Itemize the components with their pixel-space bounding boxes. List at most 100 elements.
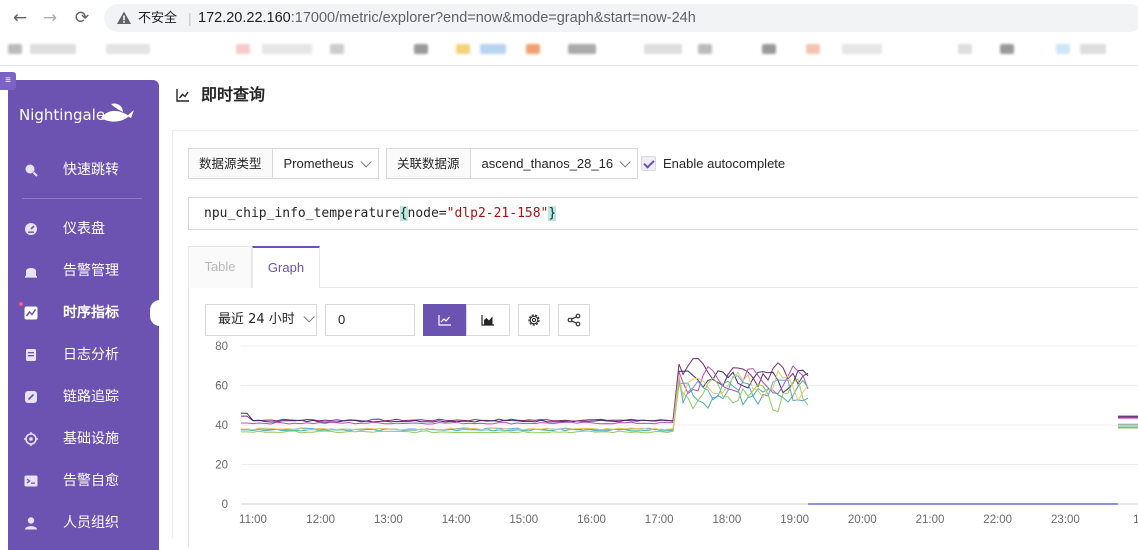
bookmark-favicon[interactable] <box>414 44 428 54</box>
y-tick-label: 60 <box>215 381 228 393</box>
browser-toolbar: ← → ⟳ 不安全 | 172.20.22.160:17000/metric/e… <box>0 0 1138 36</box>
datasource-select[interactable]: 关联数据源 ascend_thanos_28_16 <box>386 148 639 179</box>
x-tick-label: 13:00 <box>374 514 403 526</box>
logo-text: Nightingale <box>19 106 106 124</box>
series-line[interactable] <box>241 357 1138 422</box>
sidebar-toggle-icon[interactable]: ≡ <box>0 72 16 90</box>
tab-divider <box>188 287 1138 288</box>
bookmark-favicon[interactable] <box>480 44 506 54</box>
sidebar-item-metrics[interactable]: 时序指标 <box>8 295 159 331</box>
bookmark-favicon[interactable] <box>456 44 470 54</box>
bookmark-item[interactable] <box>644 44 682 54</box>
datasource-text: ascend_thanos_28_16 <box>481 156 614 171</box>
bookmark-item[interactable] <box>106 44 150 54</box>
sidebar-item-label: 告警自愈 <box>63 473 119 489</box>
bookmark-item[interactable] <box>842 44 882 54</box>
share-button[interactable] <box>558 304 590 336</box>
datasource-type-select[interactable]: 数据源类型 Prometheus <box>188 148 379 179</box>
y-tick-label: 20 <box>215 460 228 472</box>
y-tick-label: 80 <box>215 341 228 353</box>
promql-query-input[interactable]: npu_chip_info_temperature{node="dlp2-21-… <box>188 197 1138 230</box>
x-tick-label: 21:00 <box>916 514 945 526</box>
line-chart-icon <box>438 315 451 326</box>
tab-table[interactable]: Table <box>188 246 252 288</box>
sidebar-item-quick-jump[interactable]: 快速跳转 <box>8 152 159 188</box>
area-chart-icon <box>481 315 494 326</box>
link-icon <box>25 391 37 403</box>
y-tick-label: 0 <box>222 499 228 511</box>
back-icon[interactable]: ← <box>10 8 30 28</box>
tab-graph[interactable]: Graph <box>252 246 320 288</box>
line-chart-icon <box>176 89 189 102</box>
terminal-icon <box>24 475 38 487</box>
chevron-down-icon <box>619 156 631 168</box>
document-icon <box>26 349 36 361</box>
forward-icon[interactable]: → <box>40 8 60 28</box>
series-line[interactable] <box>241 379 1138 432</box>
bookmark-item[interactable] <box>262 44 312 54</box>
sidebar-item-organization[interactable]: 人员组织 <box>8 505 159 541</box>
dashboard-icon <box>25 223 37 235</box>
alarm-bell-icon <box>25 268 37 278</box>
reload-icon[interactable]: ⟳ <box>72 8 92 28</box>
sidebar-item-dashboard[interactable]: 仪表盘 <box>8 211 159 247</box>
series-line[interactable] <box>241 369 1138 423</box>
sidebar-item-label: 基础设施 <box>63 431 119 447</box>
warning-icon[interactable] <box>116 10 132 26</box>
bookmark-favicon[interactable] <box>1000 44 1014 54</box>
bookmark-favicon[interactable] <box>698 44 712 54</box>
time-range-picker[interactable]: 最近 24 小时 <box>205 304 317 336</box>
gear-icon <box>528 314 540 326</box>
url-separator: | <box>188 10 192 26</box>
sidebar-item-logs[interactable]: 日志分析 <box>8 337 159 373</box>
datasource-value[interactable]: ascend_thanos_28_16 <box>471 149 638 178</box>
logo[interactable]: Nightingale <box>19 100 159 136</box>
search-icon <box>25 164 38 177</box>
target-icon <box>24 432 38 446</box>
nightingale-bird-icon <box>101 103 134 122</box>
bookmark-favicon[interactable] <box>762 44 776 54</box>
sidebar-item-alerts[interactable]: 告警管理 <box>8 253 159 289</box>
query-text[interactable]: npu_chip_info_temperature{node="dlp2-21-… <box>204 206 557 221</box>
datasource-type-value[interactable]: Prometheus <box>273 149 378 178</box>
sidebar-item-infrastructure[interactable]: 基础设施 <box>8 421 159 457</box>
line-chart-icon <box>24 306 38 320</box>
bookmark-favicon[interactable] <box>958 44 972 54</box>
autocomplete-label[interactable]: Enable autocomplete <box>663 155 785 172</box>
datasource-type-text: Prometheus <box>283 156 354 171</box>
bookmark-favicon[interactable] <box>806 44 820 54</box>
bookmark-favicon[interactable] <box>8 44 22 54</box>
area-chart-button[interactable] <box>466 304 510 336</box>
bookmarks-bar <box>0 38 1138 66</box>
bookmark-favicon[interactable] <box>526 44 540 54</box>
datasource-label: 关联数据源 <box>387 149 471 178</box>
timeseries-chart[interactable]: 0 20 40 60 80 11:00 12:00 13:00 14:00 15:00 16:00 1… <box>196 338 1138 538</box>
x-tick-label: 22:00 <box>983 514 1012 526</box>
step-input[interactable]: 0 <box>325 304 415 336</box>
series-line[interactable] <box>241 365 1138 425</box>
sidebar-item-self-healing[interactable]: 告警自愈 <box>8 463 159 499</box>
settings-button[interactable] <box>518 304 550 336</box>
x-tick-label: 17:00 <box>645 514 674 526</box>
bookmark-item[interactable] <box>568 44 596 54</box>
x-tick-label: 15:00 <box>509 514 538 526</box>
bookmark-favicon[interactable] <box>236 44 250 54</box>
bookmark-favicon[interactable] <box>1056 44 1070 54</box>
query-brace-open: { <box>399 206 408 221</box>
sidebar-item-label: 日志分析 <box>63 347 119 363</box>
x-tick-label: 20:00 <box>848 514 877 526</box>
chevron-down-icon <box>303 311 315 323</box>
url-text[interactable]: 172.20.22.160:17000/metric/explorer?end=… <box>198 9 696 27</box>
x-tick-label: 11:00 <box>239 514 267 526</box>
bookmark-item[interactable] <box>1080 44 1106 54</box>
sidebar-item-label: 仪表盘 <box>63 221 105 237</box>
user-icon <box>25 517 37 530</box>
bookmark-favicon[interactable] <box>330 44 344 54</box>
bookmark-item[interactable] <box>30 44 76 54</box>
sidebar-item-tracing[interactable]: 链路追踪 <box>8 379 159 415</box>
insecure-label[interactable]: 不安全 <box>138 10 177 26</box>
line-chart-button[interactable] <box>423 304 467 336</box>
x-tick-label: 18:00 <box>713 514 742 526</box>
x-tick-label: 12:00 <box>306 514 335 526</box>
autocomplete-checkbox[interactable] <box>641 156 656 171</box>
